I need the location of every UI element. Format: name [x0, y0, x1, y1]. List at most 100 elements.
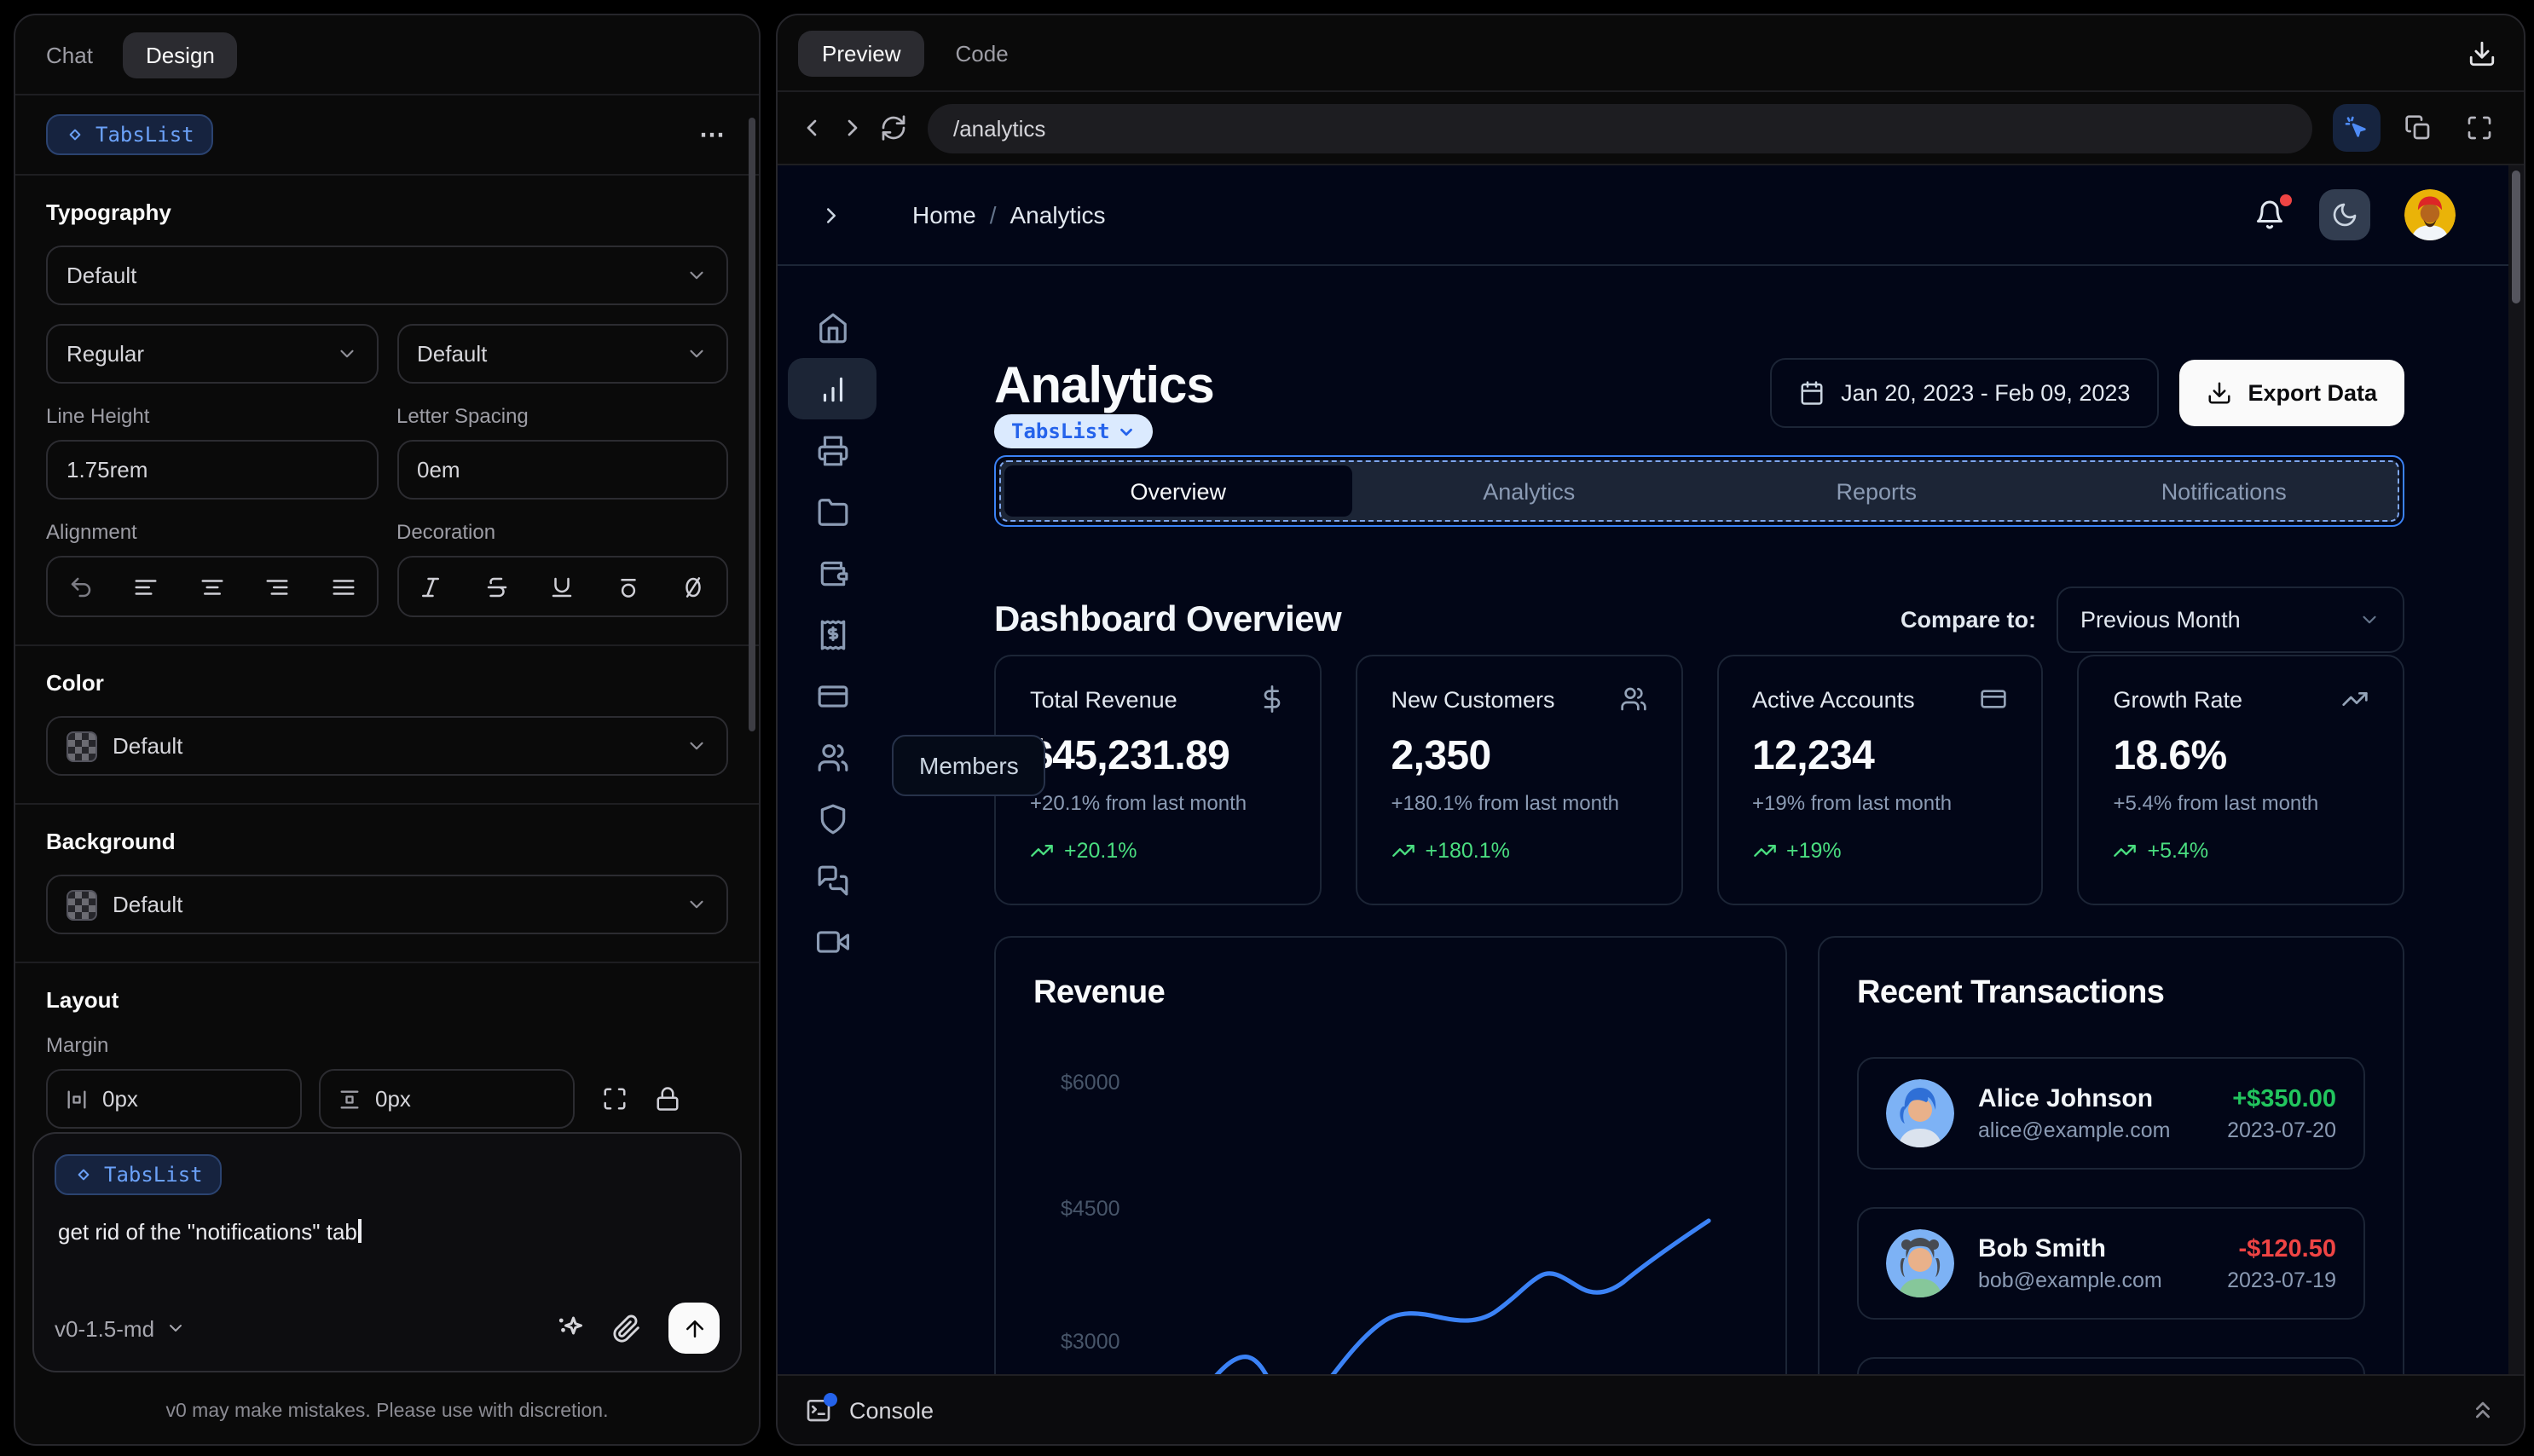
download-icon[interactable]: [2467, 38, 2496, 67]
stat-card-new-customers: New Customers 2,350 +180.1% from last mo…: [1355, 655, 1682, 905]
fullscreen-button[interactable]: [2456, 104, 2503, 152]
tab-code[interactable]: Code: [956, 40, 1009, 66]
sidebar-toggle-icon[interactable]: [819, 202, 844, 228]
line-height-input[interactable]: 1.75rem: [46, 440, 378, 500]
text-caret: [358, 1219, 362, 1243]
align-justify-icon[interactable]: [331, 574, 356, 599]
prompt-composer[interactable]: TabsList get rid of the "notifications" …: [32, 1132, 742, 1372]
avatar: [1886, 1079, 1954, 1147]
align-left-icon[interactable]: [134, 574, 159, 599]
selected-element-badge[interactable]: TabsList: [994, 414, 1153, 448]
wallet-icon: [819, 560, 848, 586]
section-title: Dashboard Overview: [994, 599, 1342, 638]
overline-icon[interactable]: [616, 574, 641, 599]
console-bar[interactable]: Console: [778, 1374, 2524, 1444]
chevrons-up-icon[interactable]: [2469, 1396, 2496, 1424]
font-family-select[interactable]: Default: [46, 246, 728, 305]
forward-icon[interactable]: [839, 114, 866, 142]
background-select[interactable]: Default: [46, 875, 728, 934]
send-button[interactable]: [668, 1303, 720, 1354]
app-header: Home / Analytics: [778, 165, 2524, 266]
paperclip-icon[interactable]: [612, 1314, 641, 1343]
breadcrumb-separator: /: [989, 201, 997, 228]
font-size-select[interactable]: Default: [396, 324, 728, 384]
chevron-down-icon: [690, 350, 703, 358]
lock-icon[interactable]: [655, 1086, 680, 1112]
console-label: Console: [849, 1397, 934, 1423]
expand-icon[interactable]: [602, 1086, 628, 1112]
sidebar-item-video[interactable]: [788, 910, 876, 972]
credit-card-icon: [817, 685, 848, 707]
cursor-select-icon: [2345, 116, 2366, 137]
url-bar[interactable]: /analytics: [928, 103, 2312, 153]
breadcrumb-current: Analytics: [1010, 201, 1106, 228]
tab-analytics[interactable]: Analytics: [1356, 462, 1704, 520]
sidebar-item-invoices[interactable]: [788, 419, 876, 481]
stat-card-active-accounts: Active Accounts 12,234 +19% from last mo…: [1716, 655, 2044, 905]
component-chip-tabslist[interactable]: TabsList: [46, 114, 213, 155]
tab-chat[interactable]: Chat: [46, 42, 93, 67]
compare-select[interactable]: Previous Month: [2057, 586, 2404, 653]
no-decoration-icon[interactable]: [681, 574, 707, 599]
copy-page-button[interactable]: [2394, 104, 2442, 152]
sidebar-item-home[interactable]: [788, 297, 876, 358]
transaction-amount: -$120.50: [2238, 1235, 2337, 1262]
undo-icon[interactable]: [68, 574, 94, 599]
color-swatch: [67, 731, 97, 761]
back-icon[interactable]: [798, 114, 825, 142]
notifications-bell-button[interactable]: [2254, 194, 2292, 230]
margin-y-input[interactable]: 0px: [319, 1069, 575, 1129]
sidebar-item-analytics[interactable]: [788, 358, 876, 419]
viewport-scrollbar[interactable]: [2512, 170, 2520, 303]
receipt-icon: [819, 619, 845, 650]
sidebar-item-members[interactable]: [788, 726, 876, 788]
tab-reports[interactable]: Reports: [1703, 462, 2051, 520]
composer-component-chip[interactable]: TabsList: [55, 1154, 222, 1195]
user-avatar[interactable]: [2404, 189, 2456, 240]
transaction-amount: +$350.00: [2232, 1085, 2336, 1112]
strikethrough-icon[interactable]: [484, 574, 510, 599]
page-title: Analytics: [994, 358, 1215, 414]
tab-design[interactable]: Design: [123, 32, 237, 78]
tab-notifications[interactable]: Notifications: [2051, 462, 2398, 520]
sparkles-icon[interactable]: [554, 1313, 585, 1343]
align-right-icon[interactable]: [265, 574, 291, 599]
date-range-button[interactable]: Jan 20, 2023 - Feb 09, 2023: [1769, 358, 2160, 428]
color-select[interactable]: Default: [46, 716, 728, 776]
model-selector[interactable]: v0-1.5-md: [55, 1315, 185, 1341]
selected-component-row: TabsList ⋯: [15, 95, 759, 176]
refresh-icon[interactable]: [880, 114, 907, 142]
sidebar-item-files[interactable]: [788, 481, 876, 542]
margin-x-input[interactable]: 0px: [46, 1069, 302, 1129]
bar-chart-icon: [822, 376, 842, 402]
more-menu-icon[interactable]: ⋯: [699, 119, 728, 150]
transaction-row[interactable]: Bob Smith bob@example.com -$120.50 2023-…: [1857, 1207, 2365, 1320]
dollar-icon: [1264, 685, 1280, 713]
font-weight-select[interactable]: Regular: [46, 324, 378, 384]
sidebar-item-messages[interactable]: [788, 849, 876, 910]
sidebar-item-cards[interactable]: [788, 665, 876, 726]
sidebar-item-receipts[interactable]: [788, 604, 876, 665]
tab-overview[interactable]: Overview: [1004, 465, 1352, 517]
export-data-button[interactable]: Export Data: [2179, 360, 2404, 426]
preview-panel: Preview Code /analytics Home / Analytics…: [776, 14, 2525, 1446]
panel-scrollbar[interactable]: [749, 118, 755, 731]
sidebar-item-wallet[interactable]: [788, 542, 876, 604]
letter-spacing-input[interactable]: 0em: [396, 440, 728, 500]
sidebar-item-security[interactable]: [788, 788, 876, 849]
notification-dot: [2280, 194, 2292, 206]
tab-preview[interactable]: Preview: [798, 30, 925, 76]
underline-icon[interactable]: [550, 574, 576, 599]
italic-icon[interactable]: [419, 574, 444, 599]
background-section: Background Default: [15, 805, 759, 963]
credit-card-icon: [1981, 690, 2007, 708]
alignment-buttons: [46, 556, 378, 617]
viewport-scrollbar-track: [2508, 165, 2524, 1374]
transaction-row[interactable]: Alice Johnson alice@example.com +$350.00…: [1857, 1057, 2365, 1170]
theme-toggle-button[interactable]: [2319, 189, 2370, 240]
align-center-icon[interactable]: [200, 574, 225, 599]
app-content: Analytics TabsList Jan 20, 2023 - Feb 09…: [994, 264, 2404, 1374]
inspect-cursor-button[interactable]: [2333, 104, 2381, 152]
prompt-input[interactable]: get rid of the "notifications" tab: [58, 1219, 716, 1245]
breadcrumb-home[interactable]: Home: [912, 201, 976, 228]
